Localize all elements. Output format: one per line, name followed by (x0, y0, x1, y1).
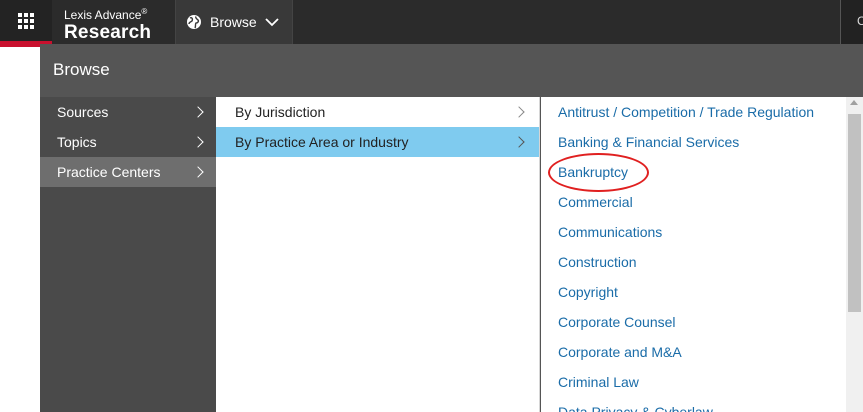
practice-area-list: Antitrust / Competition / Trade Regulati… (541, 97, 863, 412)
chevron-right-icon (513, 136, 525, 148)
category-label: Practice Centers (57, 164, 161, 180)
category-sources[interactable]: Sources (40, 97, 216, 127)
globe-icon (187, 15, 201, 29)
practice-area-link[interactable]: Construction (541, 247, 863, 277)
browse-subcategory-column: By Jurisdiction By Practice Area or Indu… (216, 97, 540, 412)
scrollbar-thumb[interactable] (848, 114, 861, 312)
topbar-right-item[interactable]: C (840, 0, 863, 44)
category-practice-centers[interactable]: Practice Centers (40, 157, 216, 187)
category-label: Topics (57, 134, 97, 150)
practice-area-link[interactable]: Data Privacy & Cyberlaw (541, 397, 863, 412)
browse-category-column: Sources Topics Practice Centers (40, 97, 216, 412)
apps-grid-icon (18, 12, 34, 29)
page-background (0, 44, 40, 412)
panel-title: Browse (53, 60, 110, 79)
brand-accent-line (0, 44, 40, 47)
subcategory-label: By Practice Area or Industry (235, 134, 409, 150)
browse-dropdown-button[interactable]: Browse (176, 0, 292, 44)
chevron-right-icon (192, 106, 204, 118)
browse-label: Browse (210, 14, 257, 30)
practice-area-link[interactable]: Copyright (541, 277, 863, 307)
practice-area-link[interactable]: Communications (541, 217, 863, 247)
subcategory-by-jurisdiction[interactable]: By Jurisdiction (216, 97, 539, 127)
chevron-right-icon (192, 166, 204, 178)
practice-area-link[interactable]: Criminal Law (541, 367, 863, 397)
chevron-right-icon (513, 106, 525, 118)
registered-mark: ® (141, 7, 148, 16)
practice-area-link[interactable]: Banking & Financial Services (541, 127, 863, 157)
chevron-down-icon (265, 18, 279, 27)
apps-menu-button[interactable] (0, 0, 52, 44)
chevron-right-icon (192, 136, 204, 148)
practice-area-link[interactable]: Antitrust / Competition / Trade Regulati… (541, 97, 863, 127)
category-topics[interactable]: Topics (40, 127, 216, 157)
brand-name: Lexis Advance (64, 8, 142, 22)
practice-area-link[interactable]: Corporate and M&A (541, 337, 863, 367)
product-name: Research (64, 22, 152, 43)
product-logo[interactable]: Lexis Advance® Research (64, 5, 151, 44)
category-label: Sources (57, 104, 109, 120)
subcategory-by-practice-area[interactable]: By Practice Area or Industry (216, 127, 539, 157)
divider (292, 0, 293, 44)
scroll-up-arrow-icon[interactable] (850, 100, 858, 105)
practice-area-link-bankruptcy[interactable]: Bankruptcy (541, 157, 863, 187)
practice-area-link[interactable]: Commercial (541, 187, 863, 217)
top-navigation-bar: Lexis Advance® Research Browse C (0, 0, 863, 44)
subcategory-label: By Jurisdiction (235, 104, 326, 120)
scrollbar[interactable] (846, 97, 863, 412)
practice-area-link[interactable]: Corporate Counsel (541, 307, 863, 337)
